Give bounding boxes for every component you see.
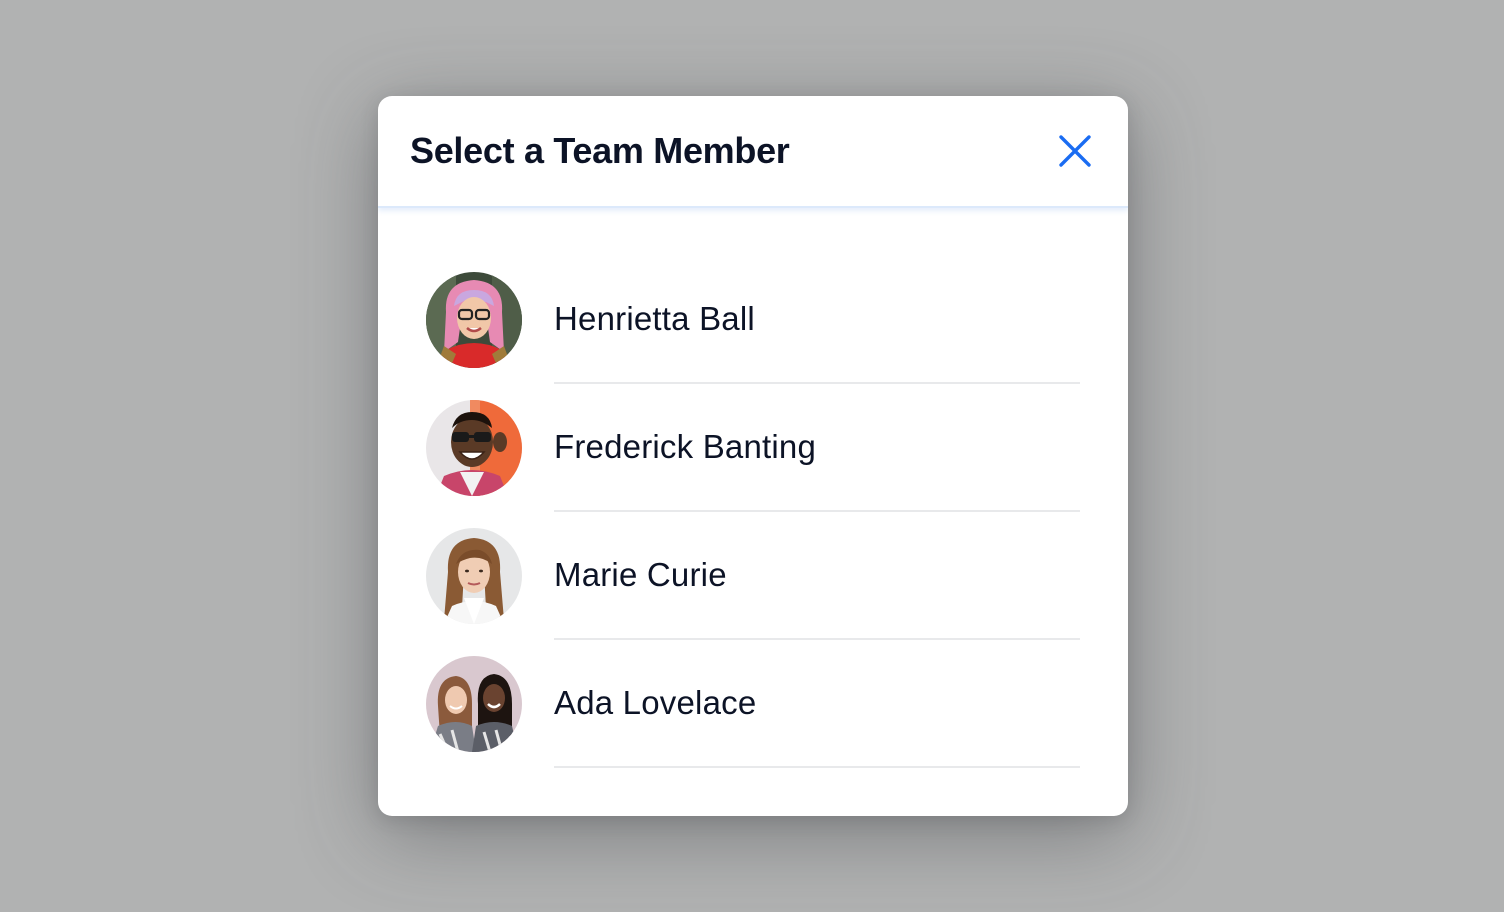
avatar	[426, 400, 522, 496]
divider	[554, 510, 1080, 512]
avatar	[426, 528, 522, 624]
member-name: Ada Lovelace	[554, 684, 757, 721]
dialog-header: Select a Team Member	[378, 96, 1128, 208]
close-icon	[1058, 134, 1092, 171]
divider	[554, 382, 1080, 384]
list-item-marie-curie[interactable]: Marie Curie	[378, 528, 1128, 656]
member-name: Henrietta Ball	[554, 300, 755, 337]
divider	[554, 766, 1080, 768]
select-team-member-dialog: Select a Team Member Henrietta Ball Fred…	[378, 96, 1128, 816]
avatar	[426, 656, 522, 752]
list-item-henrietta-ball[interactable]: Henrietta Ball	[378, 272, 1128, 400]
member-name: Frederick Banting	[554, 428, 817, 465]
team-member-list: Henrietta Ball Frederick Banting Marie C…	[378, 272, 1128, 784]
list-item-ada-lovelace[interactable]: Ada Lovelace	[378, 656, 1128, 784]
dialog-title: Select a Team Member	[410, 130, 790, 171]
member-name: Marie Curie	[554, 556, 727, 593]
list-item-frederick-banting[interactable]: Frederick Banting	[378, 400, 1128, 528]
divider	[554, 638, 1080, 640]
avatar	[426, 272, 522, 368]
close-button[interactable]	[1052, 129, 1098, 175]
